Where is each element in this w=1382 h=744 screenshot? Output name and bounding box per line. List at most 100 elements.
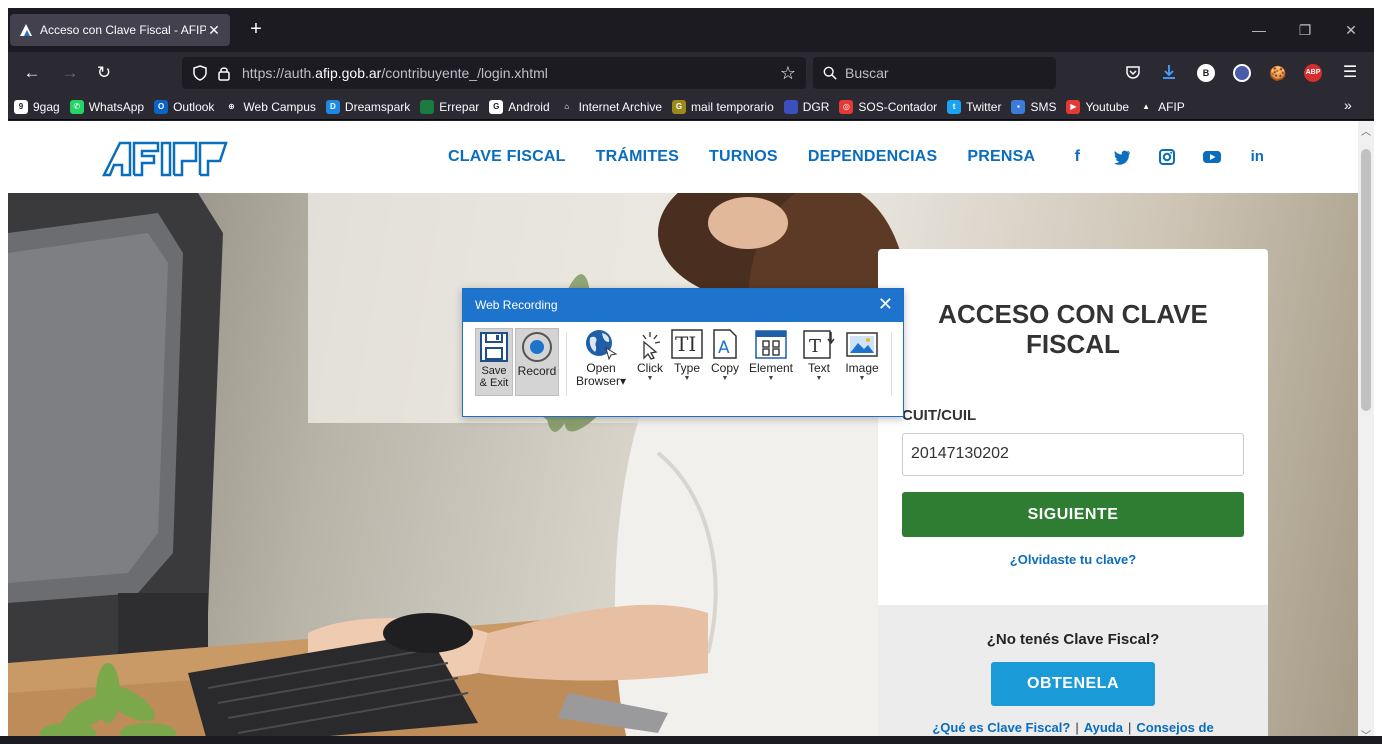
new-tab-button[interactable]: +	[244, 18, 268, 42]
forgot-password-link[interactable]: ¿Olvidaste tu clave?	[878, 552, 1268, 567]
link-separator: |	[1075, 720, 1079, 735]
back-icon[interactable]: ←	[20, 61, 44, 85]
save-exit-button[interactable]: Save & Exit	[475, 328, 513, 396]
bookmark-item[interactable]: DGR	[783, 99, 830, 114]
tab-afip-login[interactable]: Acceso con Clave Fiscal - AFIP ✕	[10, 14, 230, 46]
no-clave-heading: ¿No tenés Clave Fiscal?	[986, 631, 1160, 648]
cuit-input[interactable]: 20147130202	[902, 433, 1244, 476]
instagram-icon[interactable]	[1157, 147, 1177, 167]
login-title: ACCESO CON CLAVE FISCAL	[938, 299, 1208, 359]
bookmark-item[interactable]: ⌂ Internet Archive	[559, 99, 662, 114]
url-bar[interactable]: https://auth.afip.gob.ar/contribuyente_/…	[182, 57, 806, 89]
url-text[interactable]: https://auth.afip.gob.ar/contribuyente_/…	[242, 65, 778, 81]
block-icon[interactable]	[1233, 64, 1251, 82]
siguiente-button[interactable]: SIGUIENTE	[902, 492, 1244, 537]
type-dropdown-icon[interactable]: ▼	[669, 375, 705, 383]
taskbar	[0, 736, 1382, 744]
minimize-icon[interactable]: —	[1244, 18, 1274, 42]
bookmark-star-icon[interactable]: ☆	[778, 63, 798, 84]
open-browser-button[interactable]: Open Browser▾	[575, 328, 627, 388]
nav-dependencias[interactable]: DEPENDENCIAS	[808, 148, 938, 166]
lock-icon[interactable]	[216, 65, 232, 81]
scrollbar-thumb[interactable]	[1361, 149, 1371, 411]
bookmark-label: Android	[508, 99, 550, 114]
adblock-plus-icon[interactable]: ABP	[1304, 64, 1322, 82]
9gag-icon: 9	[14, 99, 28, 114]
tracking-shield-icon[interactable]	[192, 65, 208, 81]
bookmark-item[interactable]: ▪ SMS	[1011, 99, 1057, 114]
bookmark-item[interactable]: t Twitter	[947, 99, 1001, 114]
copy-dropdown-icon[interactable]: ▼	[709, 375, 741, 383]
bookmark-item[interactable]: Errepar	[420, 99, 480, 114]
bookmark-item[interactable]: O Outlook	[154, 99, 214, 114]
site-navigation: CLAVE FISCAL TRÁMITES TURNOS DEPENDENCIA…	[448, 147, 1292, 167]
text-label: Text	[807, 361, 830, 375]
bookmark-item[interactable]: ▶ Youtube	[1066, 99, 1130, 114]
youtube-icon[interactable]	[1202, 147, 1222, 167]
recording-close-icon[interactable]: ✕	[878, 289, 893, 320]
afip-icon: ▲	[1139, 99, 1154, 114]
text-dropdown-icon[interactable]: ▼	[801, 375, 837, 383]
click-button[interactable]: Click ▼	[633, 328, 667, 383]
bookmark-label: Errepar	[439, 99, 480, 114]
globe-icon	[586, 330, 618, 360]
record-label: Record	[517, 364, 557, 378]
bookmark-label: Youtube	[1085, 99, 1130, 114]
copy-button[interactable]: A Copy ▼	[709, 328, 741, 383]
facebook-icon[interactable]: f	[1067, 147, 1087, 167]
image-dropdown-icon[interactable]: ▼	[843, 375, 881, 383]
download-icon[interactable]	[1160, 63, 1178, 81]
url-path: /contribuyente_/login.xhtml	[381, 65, 548, 81]
menu-icon[interactable]: ☰	[1338, 61, 1362, 85]
reload-icon[interactable]: ↻	[92, 61, 116, 85]
scroll-up-icon[interactable]: ︿	[1358, 123, 1374, 138]
nav-turnos[interactable]: TURNOS	[709, 148, 778, 166]
bookmark-item[interactable]: 9 9gag	[14, 99, 60, 114]
afip-favicon-icon	[20, 24, 32, 36]
page-scrollbar[interactable]: ︿ ﹀	[1358, 121, 1374, 744]
twitter-icon[interactable]	[1112, 147, 1132, 167]
element-dropdown-icon[interactable]: ▼	[747, 375, 795, 383]
image-button[interactable]: Image ▼	[843, 328, 881, 383]
text-button[interactable]: T Text ▼	[801, 328, 837, 383]
type-button[interactable]: TI Type ▼	[669, 328, 705, 383]
bookmark-item[interactable]: ▲ AFIP	[1139, 99, 1185, 114]
restore-icon[interactable]: ❐	[1290, 18, 1320, 42]
bookmark-item[interactable]: ⊕ Web Campus	[224, 99, 316, 114]
window-close-icon[interactable]: ✕	[1336, 18, 1366, 42]
element-button[interactable]: Element ▼	[747, 328, 795, 383]
record-icon	[522, 332, 552, 362]
bookmark-item[interactable]: ◎ SOS-Contador	[839, 99, 937, 114]
copy-label: Copy	[710, 361, 739, 375]
cookie-icon[interactable]: 🍪	[1269, 64, 1287, 82]
bookmark-item[interactable]: ✆ WhatsApp	[69, 99, 144, 114]
svg-text:A: A	[718, 338, 730, 358]
bookmark-item[interactable]: Gmail temporario	[672, 99, 774, 114]
b-extension-icon[interactable]: B	[1197, 64, 1215, 82]
tab-close-icon[interactable]: ✕	[206, 22, 222, 39]
help-link[interactable]: Ayuda	[1084, 720, 1123, 735]
forward-icon[interactable]: →	[58, 61, 82, 85]
what-is-clave-link[interactable]: ¿Qué es Clave Fiscal?	[932, 720, 1070, 735]
pocket-icon[interactable]	[1125, 64, 1141, 80]
recording-title-bar[interactable]: Web Recording ✕	[463, 289, 903, 322]
bookmark-item[interactable]: G Android	[489, 99, 550, 114]
click-dropdown-icon[interactable]: ▼	[633, 375, 667, 383]
bookmarks-overflow-icon[interactable]: »	[1344, 97, 1366, 113]
bookmark-label: SMS	[1030, 99, 1057, 114]
image-label: Image	[845, 361, 879, 375]
afip-logo[interactable]	[102, 141, 232, 177]
tips-link[interactable]: Consejos de	[1136, 720, 1213, 735]
nav-prensa[interactable]: PRENSA	[967, 148, 1035, 166]
search-bar[interactable]: Buscar	[813, 57, 1056, 89]
bookmark-label: DGR	[802, 99, 830, 114]
url-domain: afip.gob.ar	[315, 65, 382, 81]
nav-clave-fiscal[interactable]: CLAVE FISCAL	[448, 148, 566, 166]
open-browser-label: Open Browser▾	[575, 361, 627, 388]
record-button[interactable]: Record	[515, 328, 559, 396]
bookmarks-bar: 9 9gag ✆ WhatsApp O Outlook ⊕ Web Campus D Dreams…	[8, 94, 1374, 120]
nav-tramites[interactable]: TRÁMITES	[596, 148, 679, 166]
obtenela-button[interactable]: OBTENELA	[991, 662, 1155, 706]
linkedin-icon[interactable]: in	[1247, 147, 1267, 167]
bookmark-item[interactable]: D Dreamspark	[325, 99, 410, 114]
